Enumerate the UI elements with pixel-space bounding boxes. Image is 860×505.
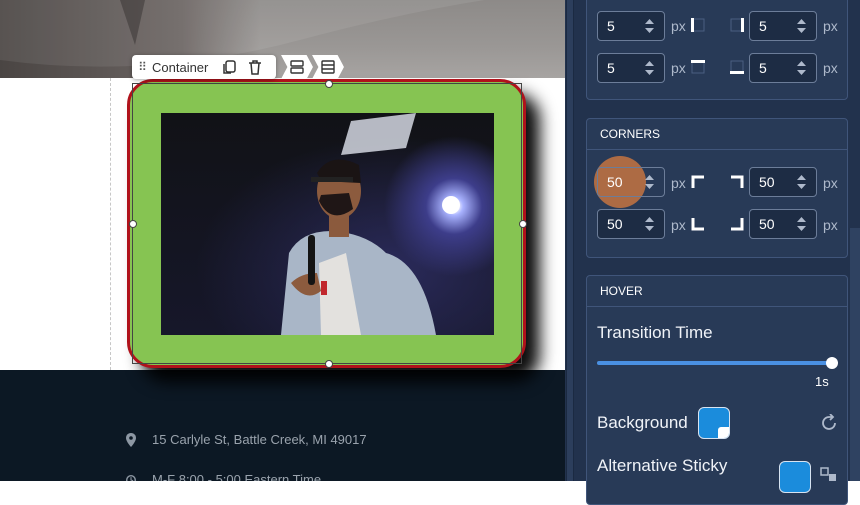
section-layout-icon [321, 60, 335, 74]
unit-label: px [671, 18, 686, 34]
transition-time-slider[interactable] [597, 361, 833, 365]
border-top-icon [691, 60, 705, 74]
reset-icon[interactable] [820, 414, 838, 432]
transition-time-value: 1s [815, 374, 829, 389]
unit-label: px [671, 217, 686, 233]
hero-image-strip [0, 0, 565, 78]
stepper-icon[interactable] [645, 60, 654, 76]
stepper-icon[interactable] [645, 216, 654, 232]
location-pin-icon [126, 432, 136, 447]
corners-header: CORNERS [587, 119, 847, 150]
border-right-value: 5 [759, 18, 767, 34]
resize-handle-top[interactable] [325, 80, 333, 88]
unit-label: px [671, 175, 686, 191]
border-bottom-value: 5 [759, 60, 767, 76]
column-guide [110, 78, 111, 370]
hero-wave [0, 0, 565, 67]
corner-bottom-right-icon [731, 218, 744, 231]
alternative-sticky-label: Alternative Sticky [597, 456, 728, 475]
unit-label: px [823, 60, 838, 76]
alternative-sticky-color-swatch[interactable] [779, 461, 811, 493]
hover-header: HOVER [587, 276, 847, 307]
corner-top-left-value: 50 [607, 174, 623, 190]
border-left-icon [691, 18, 705, 32]
unit-label: px [671, 60, 686, 76]
row-layout-icon [290, 60, 304, 74]
element-toolbar: ⠿ Container [132, 55, 276, 79]
drag-handle-icon[interactable]: ⠿ [132, 60, 152, 74]
border-bottom-input[interactable]: 5 [749, 53, 817, 83]
corner-top-right-icon [731, 175, 744, 188]
link-icon[interactable] [820, 466, 838, 482]
stepper-icon[interactable] [797, 174, 806, 190]
footer-hours: M-F 8:00 - 5:00 Eastern Time [152, 472, 322, 481]
footer-hours-line: M-F 8:00 - 5:00 Eastern Time [126, 472, 321, 481]
border-right-input[interactable]: 5 [749, 11, 817, 41]
clock-icon [126, 474, 136, 481]
corner-top-left-icon [691, 175, 704, 188]
resize-handle-bottom[interactable] [325, 360, 333, 368]
resize-handle-right[interactable] [519, 220, 527, 228]
stepper-icon[interactable] [797, 18, 806, 34]
corner-bottom-left-value: 50 [607, 216, 623, 232]
background-label: Background [597, 413, 688, 432]
selection-outline [132, 83, 522, 364]
transition-time-slider-thumb[interactable] [826, 357, 838, 369]
unit-label: px [823, 175, 838, 191]
stepper-icon[interactable] [797, 60, 806, 76]
panel-scrollbar[interactable] [850, 228, 860, 481]
stepper-icon[interactable] [797, 216, 806, 232]
border-right-icon [730, 18, 744, 32]
stepper-icon[interactable] [645, 174, 654, 190]
border-top-value: 5 [607, 60, 615, 76]
resize-handle-left[interactable] [129, 220, 137, 228]
transition-time-label: Transition Time [597, 323, 713, 342]
unit-label: px [823, 217, 838, 233]
corner-top-right-value: 50 [759, 174, 775, 190]
corner-top-left-input[interactable]: 50 [597, 167, 665, 197]
corner-bottom-left-icon [691, 218, 704, 231]
stepper-icon[interactable] [645, 18, 654, 34]
dropdown-caret-icon [718, 427, 729, 438]
corner-bottom-right-value: 50 [759, 216, 775, 232]
border-bottom-icon [730, 60, 744, 74]
panel-scrollbar-left[interactable] [566, 0, 574, 481]
footer-address-line: 15 Carlyle St, Battle Creek, MI 49017 [126, 432, 367, 447]
border-left-value: 5 [607, 18, 615, 34]
corner-top-right-input[interactable]: 50 [749, 167, 817, 197]
element-type-label: Container [152, 59, 209, 75]
editor-canvas[interactable]: 15 Carlyle St, Battle Creek, MI 49017 M-… [0, 0, 565, 481]
unit-label: px [823, 18, 838, 34]
corner-bottom-left-input[interactable]: 50 [597, 209, 665, 239]
border-top-input[interactable]: 5 [597, 53, 665, 83]
corner-bottom-right-input[interactable]: 50 [749, 209, 817, 239]
delete-icon[interactable] [247, 59, 263, 75]
background-color-swatch[interactable] [698, 407, 730, 439]
footer-address: 15 Carlyle St, Battle Creek, MI 49017 [152, 432, 367, 447]
border-left-input[interactable]: 5 [597, 11, 665, 41]
duplicate-icon[interactable] [221, 59, 237, 75]
footer-section [0, 370, 565, 481]
